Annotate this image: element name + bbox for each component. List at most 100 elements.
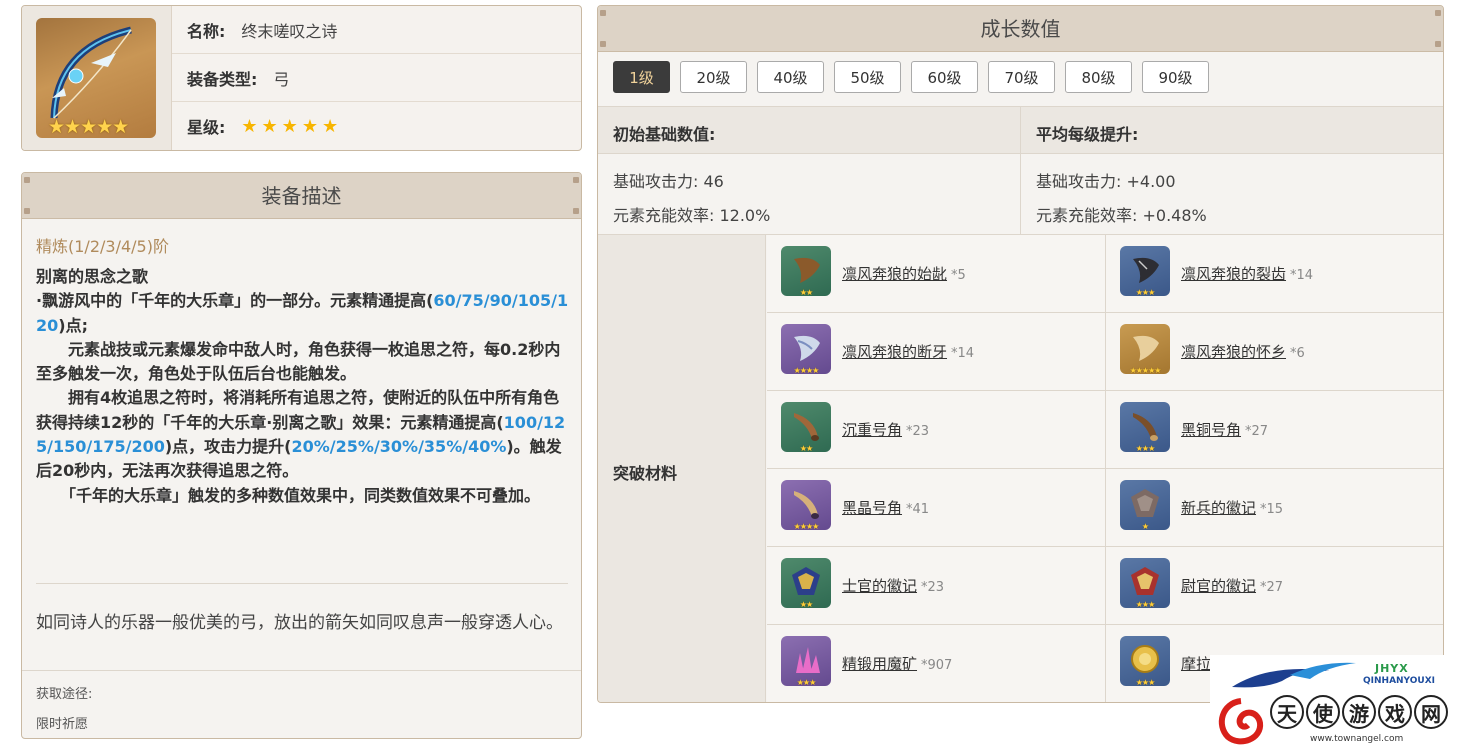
swirl-logo-icon [1218, 698, 1264, 745]
material-link[interactable]: 黑铜号角 *27 [1181, 419, 1268, 440]
material-link[interactable]: 精锻用魔矿 *907 [842, 653, 952, 674]
level-tab-90[interactable]: 90级 [1142, 61, 1209, 93]
material-stars: ★★★★ [793, 366, 820, 374]
material-cell: ★★ 士官的徽记 *23 [767, 547, 1106, 625]
energy-recharge-increase: 元素充能效率: +0.48% [1036, 206, 1207, 225]
material-cell: ★★ 沉重号角 *23 [767, 391, 1106, 469]
weapon-star-rating: ★★★★★ [48, 116, 129, 138]
weapon-type: 弓 [273, 69, 290, 89]
weapon-rarity-label: 星级: [187, 118, 226, 137]
level-tab-20[interactable]: 20级 [680, 61, 747, 93]
material-link[interactable]: 凛风奔狼的始龀 *5 [842, 263, 966, 284]
material-name: 尉官的徽记 [1181, 577, 1257, 595]
site-name-char: 网 [1414, 695, 1448, 729]
material-link[interactable]: 凛风奔狼的怀乡 *6 [1181, 341, 1305, 362]
base-stats-header: 初始基础数值: [613, 125, 716, 144]
sergeant-insignia-icon[interactable]: ★★ [781, 558, 831, 608]
acquisition-label: 获取途径: [36, 687, 93, 702]
material-count: *41 [906, 502, 930, 517]
material-name: 凛风奔狼的裂齿 [1181, 265, 1287, 283]
rarity-stars: ★★★★★ [241, 115, 343, 137]
level-tab-40[interactable]: 40级 [757, 61, 824, 93]
level-tab-50[interactable]: 50级 [834, 61, 901, 93]
horn-icon[interactable]: ★★ [781, 402, 831, 452]
mora-icon[interactable]: ★★★ [1120, 636, 1170, 686]
column-divider [1020, 106, 1021, 234]
corner-ornament [573, 177, 579, 183]
material-stars: ★★★ [1135, 678, 1156, 686]
material-link[interactable]: 尉官的徽记 *27 [1181, 575, 1283, 596]
materials-label-cell: 突破材料 [598, 235, 766, 702]
skill-line: 元素战技或元素爆发命中敌人时，角色获得一枚追思之符，每0.2秒内至多触发一次，角… [36, 339, 561, 384]
level-tab-80[interactable]: 80级 [1065, 61, 1132, 93]
weapon-type-row: 装备类型: 弓 [172, 54, 581, 102]
material-link[interactable]: 黑晶号角 *41 [842, 497, 929, 518]
level-tab-70[interactable]: 70级 [988, 61, 1055, 93]
material-stars: ★ [1141, 522, 1149, 530]
recruit-insignia-icon[interactable]: ★ [1120, 480, 1170, 530]
material-count: *27 [1260, 580, 1284, 595]
bronze-horn-icon[interactable]: ★★★ [1120, 402, 1170, 452]
material-link[interactable]: 凛风奔狼的裂齿 *14 [1181, 263, 1313, 284]
material-count: *5 [951, 268, 966, 283]
site-name-char: 使 [1306, 695, 1340, 729]
material-stars: ★★ [799, 288, 813, 296]
material-cell: ★★★ 精锻用魔矿 *907 [767, 625, 1106, 702]
site-watermark: JHYX QINHANYOUXI 天 使 游 戏 网 www.townangel… [1210, 655, 1455, 747]
brand-mark: JHYX [1375, 662, 1409, 675]
material-link[interactable]: 凛风奔狼的断牙 *14 [842, 341, 974, 362]
weapon-type-label: 装备类型: [187, 69, 258, 89]
crystal-horn-icon[interactable]: ★★★★ [781, 480, 831, 530]
attack-increase: 基础攻击力: +4.00 [1036, 172, 1176, 191]
material-cell: ★★★★ 凛风奔狼的断牙 *14 [767, 313, 1106, 391]
cracked-tooth-icon[interactable]: ★★★ [1120, 246, 1170, 296]
skill-line: ·飘游风中的「千年的大乐章」的一部分。元素精通提高( [36, 291, 434, 311]
material-cell: ★★★ 黑铜号角 *27 [1106, 391, 1443, 469]
growth-title: 成长数值 [980, 17, 1061, 41]
skill-description: 别离的思念之歌 ·飘游风中的「千年的大乐章」的一部分。元素精通提高(60/75/… [36, 265, 570, 508]
base-energy-recharge: 元素充能效率: 12.0% [613, 206, 771, 225]
material-name: 黑晶号角 [842, 499, 903, 517]
material-name: 黑铜号角 [1181, 421, 1242, 439]
material-link[interactable]: 沉重号角 *23 [842, 419, 929, 440]
acquisition-section: 获取途径: 限时祈愿 [22, 670, 581, 738]
skill-line: )点，攻击力提升( [164, 437, 292, 457]
corner-ornament [1435, 10, 1441, 16]
weapon-name-label: 名称: [187, 21, 226, 41]
growth-header: 成长数值 [598, 6, 1443, 52]
mystic-ore-icon[interactable]: ★★★ [781, 636, 831, 686]
broken-fang-icon[interactable]: ★★★★ [781, 324, 831, 374]
corner-ornament [600, 10, 606, 16]
lieutenant-insignia-icon[interactable]: ★★★ [1120, 558, 1170, 608]
corner-ornament [24, 177, 30, 183]
site-url: www.townangel.com [1310, 734, 1404, 744]
material-link[interactable]: 新兵的徽记 *15 [1181, 497, 1283, 518]
stats-header-row: 初始基础数值: 平均每级提升: [598, 106, 1443, 154]
material-cell: ★★★★ 黑晶号角 *41 [767, 469, 1106, 547]
skill-line: 「千年的大乐章」触发的多种数值效果中，同类数值效果不可叠加。 [36, 485, 541, 505]
corner-ornament [600, 41, 606, 47]
fang-icon[interactable]: ★★★★★ [1120, 324, 1170, 374]
weapon-name: 终末嗟叹之诗 [241, 21, 338, 41]
material-stars: ★★ [799, 600, 813, 608]
divider [36, 583, 568, 584]
weapon-info-card: ★★★★★ 名称: 终末嗟叹之诗 装备类型: 弓 星级: ★★★★★ [21, 5, 582, 151]
material-name: 摩拉 [1181, 655, 1212, 673]
description-header: 装备描述 [22, 173, 581, 219]
skill-line: 拥有4枚追思之符时，将消耗所有追思之符，使附近的队伍中所有角色获得持续12秒的「… [36, 388, 560, 432]
material-cell: ★ 新兵的徽记 *15 [1106, 469, 1443, 547]
level-tab-1[interactable]: 1级 [613, 61, 670, 93]
tooth-icon[interactable]: ★★ [781, 246, 831, 296]
site-name-char: 游 [1342, 695, 1376, 729]
site-name-char: 戏 [1378, 695, 1412, 729]
material-link[interactable]: 士官的徽记 *23 [842, 575, 944, 596]
materials-label: 突破材料 [613, 464, 678, 483]
material-count: *23 [921, 580, 945, 595]
corner-ornament [573, 208, 579, 214]
growth-stats-header: 平均每级提升: [1036, 125, 1139, 144]
acquisition-value: 限时祈愿 [36, 717, 89, 732]
material-stars: ★★★ [1135, 600, 1156, 608]
material-cell: ★★★ 尉官的徽记 *27 [1106, 547, 1443, 625]
level-tab-60[interactable]: 60级 [911, 61, 978, 93]
material-stars: ★★★ [1135, 288, 1156, 296]
